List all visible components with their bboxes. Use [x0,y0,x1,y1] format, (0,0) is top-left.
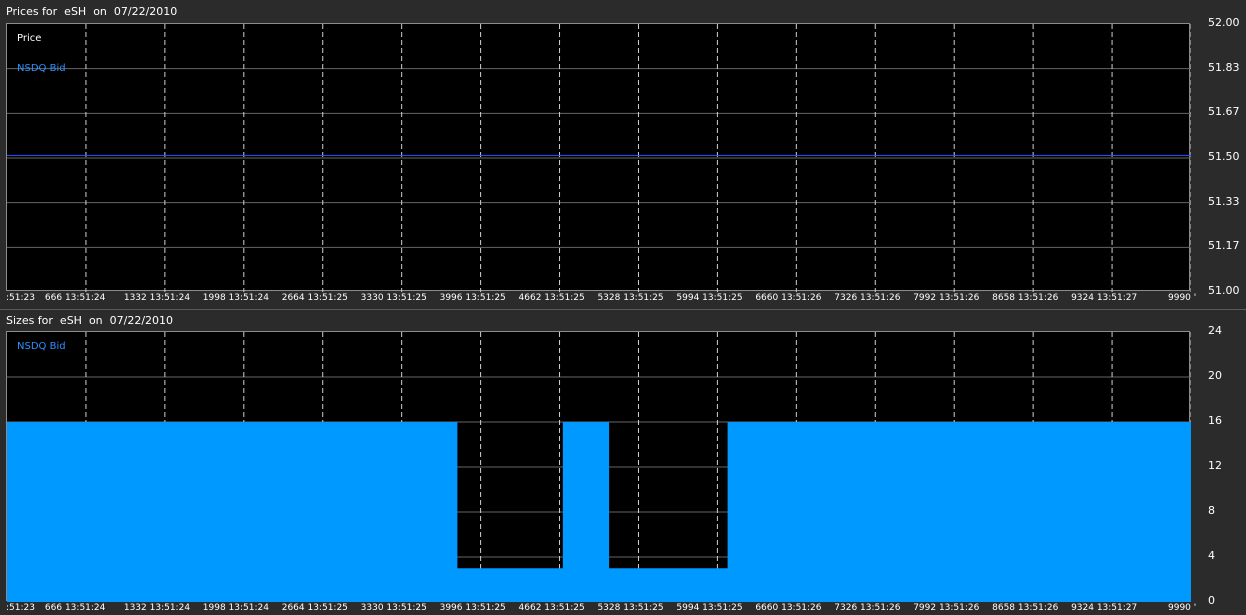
sizes-y-tick-label: 4 [1208,549,1215,562]
sizes-x-tick-label: 5328 13:51:25 [597,603,664,613]
sizes-chart-svg [7,332,1191,602]
prices-y-tick-label: 51.33 [1208,194,1240,208]
sizes-x-tick-label: 3996 13:51:25 [439,603,506,613]
prices-panel: Prices for eSH on 07/22/2010 Price NSDQ … [0,0,1246,309]
prices-x-tick-label: 5994 13:51:25 [676,293,743,303]
sizes-x-tick-label: 9990 ' [1168,603,1197,613]
sizes-y-tick-label: 0 [1208,594,1215,607]
sizes-x-tick-label: :51:23 [6,603,35,613]
sizes-x-tick-label: 5994 13:51:25 [676,603,743,613]
prices-x-tick-label: 1332 13:51:24 [123,293,191,303]
sizes-y-tick-label: 20 [1208,369,1222,382]
price-axis-label: Price [17,33,42,44]
prices-y-tick-label: 51.50 [1208,150,1240,163]
prices-plot-area[interactable]: Price NSDQ Bid [6,23,1191,292]
prices-y-tick-label: 52.00 [1208,16,1240,29]
prices-panel-title: Prices for eSH on 07/22/2010 [6,5,178,18]
size-area-series [7,422,1191,602]
prices-x-tick-label: 7326 13:51:26 [834,293,901,303]
prices-x-tick-label: 5328 13:51:25 [597,293,664,303]
sizes-x-tick-label: 6660 13:51:26 [755,603,822,613]
sizes-y-tick-label: 16 [1208,414,1222,427]
prices-chart-svg [7,24,1191,292]
prices-x-tick-label: 3996 13:51:25 [439,293,506,303]
prices-x-tick-label: 8658 13:51:26 [992,293,1059,303]
prices-x-tick-label: 9324 13:51:27 [1071,293,1138,303]
sizes-y-tick-label: 12 [1208,459,1222,472]
sizes-x-tick-label: 2664 13:51:25 [281,603,348,613]
sizes-x-tick-label: 7992 13:51:26 [913,603,980,613]
sizes-y-tick-label: 24 [1208,324,1222,337]
sizes-x-tick-label: 666 13:51:24 [44,603,106,613]
sizes-plot-area[interactable]: NSDQ Bid [6,331,1191,602]
prices-x-tick-label: 4662 13:51:25 [518,293,585,303]
sizes-x-tick-label: 1332 13:51:24 [123,603,191,613]
prices-x-tick-label: 3330 13:51:25 [360,293,427,303]
prices-y-tick-label: 51.17 [1208,239,1240,253]
prices-x-tick-label: 9990 ' [1168,293,1197,303]
sizes-x-tick-label: 3330 13:51:25 [360,603,427,613]
sizes-panel-title: Sizes for eSH on 07/22/2010 [6,314,174,327]
size-legend-nsdq-bid: NSDQ Bid [17,341,66,352]
sizes-x-tick-label: 1998 13:51:24 [202,603,269,613]
sizes-x-tick-label: 4662 13:51:25 [518,603,585,613]
prices-x-tick-label: 666 13:51:24 [44,293,106,303]
prices-x-tick-label: 7992 13:51:26 [913,293,980,303]
prices-y-tick-label: 51.83 [1208,60,1240,74]
sizes-x-tick-label: 8658 13:51:26 [992,603,1059,613]
sizes-panel: Sizes for eSH on 07/22/2010 NSDQ Bid 24 2… [0,310,1246,615]
prices-x-tick-label: :51:23 [6,293,35,303]
prices-x-tick-label: 1998 13:51:24 [202,293,269,303]
sizes-x-tick-label: 9324 13:51:27 [1071,603,1138,613]
prices-y-tick-label: 51.67 [1208,105,1240,119]
price-legend-nsdq-bid: NSDQ Bid [17,63,66,74]
prices-x-tick-label: 6660 13:51:26 [755,293,822,303]
sizes-x-tick-label: 7326 13:51:26 [834,603,901,613]
sizes-y-tick-label: 8 [1208,504,1215,517]
prices-x-tick-label: 2664 13:51:25 [281,293,348,303]
prices-y-tick-label: 51.00 [1208,284,1240,297]
